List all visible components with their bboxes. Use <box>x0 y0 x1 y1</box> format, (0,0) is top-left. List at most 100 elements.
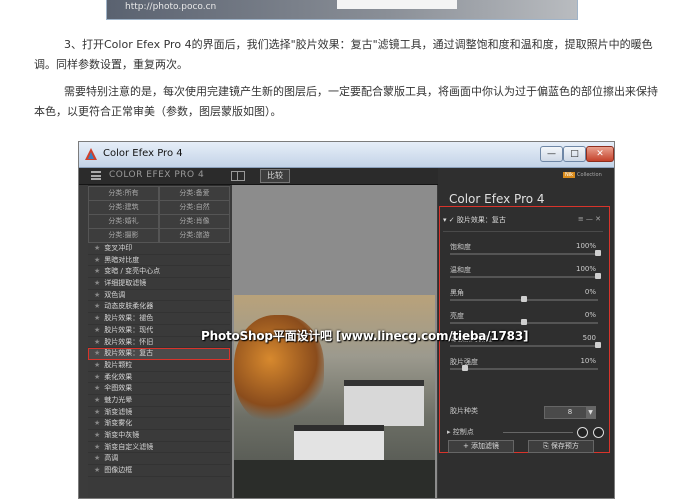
film-type-select[interactable]: 8 ▼ <box>544 406 596 419</box>
star-icon[interactable]: ★ <box>94 408 100 416</box>
filter-label: 胶片效果：复古 <box>104 349 154 358</box>
filter-header-controls[interactable]: ≡ — ✕ <box>578 215 601 223</box>
star-icon[interactable]: ★ <box>94 267 100 275</box>
filter-label: 渐变中灰镜 <box>104 431 140 439</box>
image-watermark-url: http://photo.poco.cn <box>125 2 217 12</box>
slider-thumb[interactable] <box>595 342 601 348</box>
split-view-icon[interactable] <box>231 171 245 181</box>
article-paragraph-1: 3、打开Color Efex Pro 4的界面后，我们选择"胶片效果：复古"滤镜… <box>34 38 653 71</box>
filter-list-item[interactable]: ★ 渐变中灰镜 <box>88 430 230 442</box>
filter-list-item[interactable]: ★ 魅力光晕 <box>88 394 230 407</box>
slider-track[interactable] <box>450 345 598 347</box>
star-icon[interactable]: ★ <box>94 466 100 474</box>
filter-list-item[interactable]: ★ 柔化效果 <box>88 371 230 384</box>
filter-label: 胶片效果：怀旧 <box>104 337 154 346</box>
filter-list-item[interactable]: ★ 渐变自定义滤镜 <box>88 441 230 454</box>
star-icon[interactable]: ★ <box>94 326 100 334</box>
filter-list-item[interactable]: ★ 高调 <box>88 453 230 466</box>
nik-badge-logo: Nik <box>563 172 576 178</box>
category-button[interactable]: 分类:肖像 <box>159 214 230 229</box>
slider-value: 500 <box>582 334 596 342</box>
minimize-button[interactable]: — <box>540 146 563 162</box>
slider-thumb[interactable] <box>521 296 527 302</box>
star-icon[interactable]: ★ <box>94 338 100 346</box>
star-icon[interactable]: ★ <box>94 314 100 322</box>
slider-track[interactable] <box>450 276 598 278</box>
nik-badge-text: Collection <box>577 172 602 178</box>
brand-label: COLOR EFEX PRO 4 <box>109 170 205 180</box>
slider-value: 100% <box>575 242 596 250</box>
category-button[interactable]: 分类:旅游 <box>159 228 230 243</box>
filter-list-item[interactable]: ★ 变暗 / 变亮中心点 <box>88 266 230 279</box>
save-preset-button[interactable]: ⎘ 保存预方 <box>528 440 594 453</box>
compare-button[interactable]: 比较 <box>260 169 290 183</box>
filter-label: 高调 <box>104 454 119 463</box>
filter-list-item[interactable]: ★ 渐变滤镜 <box>88 406 230 419</box>
photo-foreground <box>234 460 435 498</box>
add-filter-button[interactable]: + 添加滤镜 <box>448 440 514 453</box>
filter-list-item[interactable]: ★ 变叉冲印 <box>88 243 230 255</box>
filter-label: 渐变滤镜 <box>104 407 133 416</box>
star-icon[interactable]: ★ <box>94 256 100 264</box>
filter-label: 变叉冲印 <box>104 244 133 252</box>
window-titlebar: Color Efex Pro 4 — □ ✕ <box>79 142 614 168</box>
filter-header: ▾ ✓ 胶片效果：复古 ≡ — ✕ <box>443 215 601 227</box>
slider-thumb[interactable] <box>521 319 527 325</box>
filter-list-item[interactable]: ★ 渐变雾化 <box>88 418 230 430</box>
star-icon[interactable]: ★ <box>94 431 100 439</box>
filter-list-item[interactable]: ★ 胶片效果：褪色 <box>88 313 230 325</box>
star-icon[interactable]: ★ <box>94 419 100 427</box>
filter-label: 变暗 / 变亮中心点 <box>104 267 161 276</box>
category-button[interactable]: 分类:备爱 <box>159 186 230 201</box>
category-button[interactable]: 分类:婚礼 <box>88 214 159 229</box>
star-icon[interactable]: ★ <box>94 384 100 392</box>
filter-list-item[interactable]: ★ 动态皮肤柔化器 <box>88 301 230 314</box>
add-control-point-icon[interactable] <box>577 427 588 438</box>
slider-thumb[interactable] <box>461 365 468 371</box>
watermark-caption: PhotoShop平面设计吧 [www.linecg.com/tieba/178… <box>201 329 529 343</box>
star-icon[interactable]: ★ <box>94 373 100 381</box>
menu-icon[interactable] <box>91 171 101 180</box>
star-icon[interactable]: ★ <box>94 396 100 404</box>
window-title: Color Efex Pro 4 <box>103 148 183 159</box>
slider-value: 0% <box>584 288 596 296</box>
remove-control-point-icon[interactable] <box>593 427 604 438</box>
slider-thumb[interactable] <box>595 250 601 256</box>
category-button[interactable]: 分类:建筑 <box>88 200 159 215</box>
star-icon[interactable]: ★ <box>94 454 100 462</box>
star-icon[interactable]: ★ <box>94 361 100 369</box>
filter-list-item[interactable]: ★ 胶片颗粒 <box>88 359 230 372</box>
filter-list-item[interactable]: ★ 胶片效果：复古 <box>88 348 230 360</box>
filter-label: 柔化效果 <box>104 372 133 381</box>
slider-track[interactable] <box>450 368 598 370</box>
slider-track[interactable] <box>450 253 598 255</box>
slider-label: 黑角 <box>450 289 464 297</box>
slider-label: 温和度 <box>450 266 471 274</box>
divider <box>443 231 603 232</box>
star-icon[interactable]: ★ <box>94 443 100 451</box>
star-icon[interactable]: ★ <box>94 279 100 287</box>
slider-label: 亮度 <box>450 312 464 320</box>
filter-label: 双色调 <box>104 290 126 299</box>
filter-list-item[interactable]: ★ 伞图效果 <box>88 383 230 395</box>
expand-arrow-icon[interactable]: ▾ ✓ <box>443 216 457 224</box>
star-icon[interactable]: ★ <box>94 302 100 310</box>
category-button[interactable]: 分类:自然 <box>159 200 230 215</box>
category-button[interactable]: 分类:摄影 <box>88 228 159 243</box>
star-icon[interactable]: ★ <box>94 244 100 252</box>
maximize-button[interactable]: □ <box>563 146 586 162</box>
star-icon[interactable]: ★ <box>94 349 100 357</box>
filter-list-item[interactable]: ★ 双色调 <box>88 289 230 302</box>
filter-list-item[interactable]: ★ 详细提取滤镜 <box>88 278 230 290</box>
filter-list-item[interactable]: ★ 黑暗对比度 <box>88 254 230 267</box>
nik-collection-badge: Nik Collection <box>563 172 602 178</box>
close-button[interactable]: ✕ <box>586 146 614 162</box>
filter-list-item[interactable]: ★ 图像边框 <box>88 465 230 477</box>
category-button[interactable]: 分类:所有 <box>88 186 159 201</box>
slider-thumb[interactable] <box>595 273 601 279</box>
save-preset-label: 保存预方 <box>550 442 579 450</box>
star-icon[interactable]: ★ <box>94 291 100 299</box>
filter-label: 动态皮肤柔化器 <box>104 302 154 311</box>
filter-list: ★ 变叉冲印 ★ 黑暗对比度 ★ 变暗 / 变亮中心点 ★ 详细提取滤镜 ★ 双色调 ★ 动态皮肤柔化… <box>88 243 230 477</box>
filter-label: 图像边框 <box>104 466 133 475</box>
